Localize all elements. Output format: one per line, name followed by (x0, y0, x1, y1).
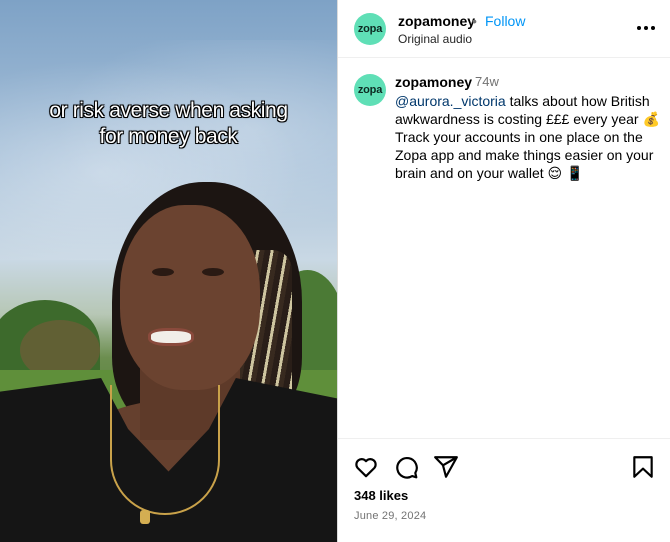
video-player[interactable]: or risk averse when asking for money bac… (0, 0, 337, 542)
audio-link[interactable]: Original audio (398, 32, 472, 46)
video-caption: or risk averse when asking for money bac… (0, 98, 337, 150)
likes-count[interactable]: 348 likes (354, 488, 408, 503)
necklace (110, 385, 220, 515)
comment-username[interactable]: zopamoney (395, 74, 472, 90)
comment-avatar[interactable]: zopa (354, 74, 386, 106)
person-eye-right (202, 268, 224, 276)
avatar-text: zopa (357, 23, 383, 35)
comment-avatar-text: zopa (357, 84, 383, 96)
caption-line-2: for money back (99, 125, 238, 148)
necklace-pendant (140, 510, 150, 524)
username-link[interactable]: zopamoney (398, 13, 475, 29)
comment-timestamp[interactable]: 74w (475, 74, 499, 89)
separator-dot: • (472, 13, 477, 29)
post-date[interactable]: June 29, 2024 (354, 510, 426, 522)
post-viewer: or risk averse when asking for money bac… (0, 0, 670, 542)
person-face (120, 205, 260, 390)
post-header: zopa zopamoney • Follow Original audio (338, 0, 670, 58)
person-eye-left (152, 268, 174, 276)
heart-icon[interactable] (353, 454, 379, 480)
avatar[interactable]: zopa (354, 13, 386, 45)
mention-link[interactable]: @aurora._victoria (395, 93, 506, 109)
caption-line-1: or risk averse when asking (49, 99, 288, 122)
share-icon[interactable] (433, 454, 459, 480)
follow-button[interactable]: Follow (485, 13, 525, 29)
action-bar: 348 likes June 29, 2024 (338, 438, 670, 542)
bookmark-icon[interactable] (630, 454, 656, 480)
person-mouth (148, 328, 194, 346)
post-details-panel: zopa zopamoney • Follow Original audio z… (337, 0, 670, 542)
comment-text: @aurora._victoria talks about how Britis… (395, 92, 665, 182)
comment-icon[interactable] (393, 454, 419, 480)
more-icon[interactable] (634, 18, 658, 38)
